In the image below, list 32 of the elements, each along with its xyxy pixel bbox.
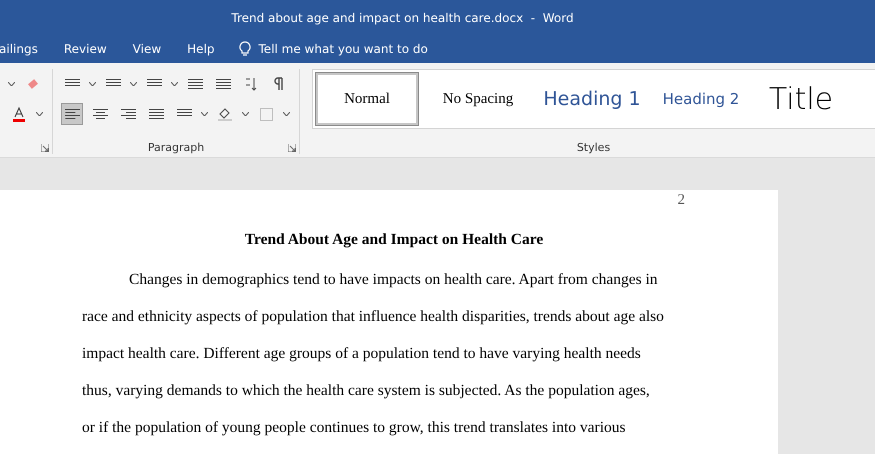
caret-icon	[201, 112, 208, 116]
ribbon-tab[interactable]: Help	[177, 35, 225, 63]
align-left-button[interactable]	[61, 103, 83, 125]
caret-icon	[8, 82, 15, 86]
group-label: Styles	[576, 141, 610, 154]
ribbon-tab[interactable]: View	[122, 35, 172, 63]
align-center-lines-icon	[92, 108, 108, 120]
lightbulb-icon	[238, 41, 251, 57]
caret-icon	[36, 112, 43, 116]
dialog-launcher-icon[interactable]	[41, 144, 49, 152]
page-number: 2	[678, 192, 685, 209]
caret-icon	[242, 112, 249, 116]
ribbon-tab[interactable]: Review	[54, 35, 117, 63]
tell-me-search-field[interactable]: Tell me what you want to do	[258, 42, 428, 56]
paragraph-line: race and ethnicity aspects of population that influence health disparities, trends about age also	[81, 307, 665, 327]
align-right-lines-icon	[120, 108, 136, 120]
document-heading: Trend About Age and Impact on Health Care	[244, 231, 544, 249]
paragraph-line: Changes in demographics tend to have impacts on health care. Apart from changes in	[128, 270, 659, 290]
paragraph-line: impact health care. Different age groups of a population tend to have varying health needs	[81, 344, 642, 364]
caret-icon	[89, 82, 96, 86]
caret-icon	[283, 112, 290, 116]
ribbon-tab[interactable]: ailings	[0, 35, 48, 63]
dialog-launcher-icon[interactable]	[288, 144, 296, 152]
justify-lines-icon	[148, 108, 164, 120]
style-option[interactable]: Normal	[315, 72, 419, 126]
caret-icon	[130, 82, 137, 86]
align-left-lines-icon	[64, 108, 80, 120]
caret-icon	[171, 82, 178, 86]
paragraph-line: or if the population of young people continues to grow, this trend translates into various	[81, 418, 627, 438]
group-label: Paragraph	[148, 141, 204, 154]
paragraph-line: thus, varying demands to which the health care system is subjected. As the population ages,	[81, 381, 651, 401]
window-title: Trend about age and impact on health care.docx - Word	[231, 10, 574, 24]
